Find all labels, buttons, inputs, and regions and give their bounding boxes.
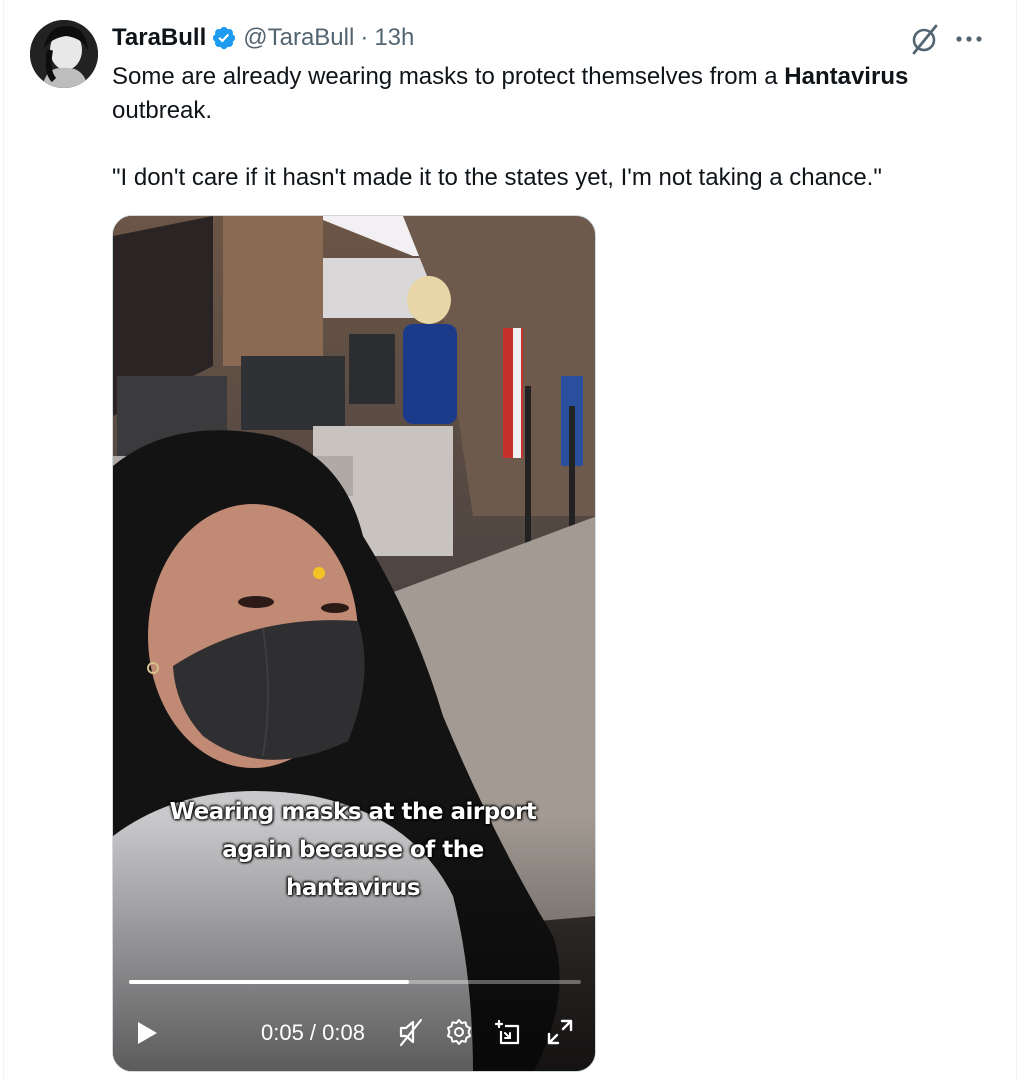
tweet-timestamp[interactable]: 13h: [374, 24, 414, 52]
frame-border-right: [1016, 0, 1017, 1080]
tweet-text-part: Some are already wearing masks to protec…: [112, 63, 785, 90]
video-progress-bar[interactable]: [129, 980, 581, 984]
hashtag-keyword[interactable]: Hantavirus: [784, 63, 908, 90]
tweet-header: TaraBull @TaraBull · 13h: [112, 22, 414, 54]
tweet-text-part: outbreak.: [112, 97, 213, 124]
video-progress-fill: [129, 980, 410, 984]
video-frame: [113, 216, 595, 1071]
pip-icon[interactable]: [493, 1017, 523, 1047]
verified-badge-icon: [213, 26, 236, 50]
video-time-readout: 0:05 / 0:08: [261, 1020, 365, 1045]
author-handle[interactable]: @TaraBull: [243, 24, 354, 52]
tweet-quote-text: "I don't care if it hasn't made it to th…: [112, 164, 882, 191]
video-caption: Wearing masks at the airport again becau…: [169, 799, 537, 901]
video-controls: 0:05 / 0:08: [113, 1006, 595, 1060]
separator-dot: ·: [360, 24, 369, 51]
avatar[interactable]: [30, 20, 98, 88]
author-name[interactable]: TaraBull: [112, 24, 206, 52]
grok-icon[interactable]: [908, 22, 942, 56]
settings-icon[interactable]: [445, 1018, 473, 1046]
fullscreen-icon[interactable]: [545, 1017, 575, 1047]
mute-icon[interactable]: [397, 1017, 425, 1047]
video-player[interactable]: Wearing masks at the airport again becau…: [112, 215, 596, 1072]
tweet-text: Some are already wearing masks to protec…: [112, 60, 992, 128]
more-icon[interactable]: [952, 26, 986, 52]
frame-border-left: [3, 0, 4, 1080]
play-icon[interactable]: [135, 1020, 159, 1046]
